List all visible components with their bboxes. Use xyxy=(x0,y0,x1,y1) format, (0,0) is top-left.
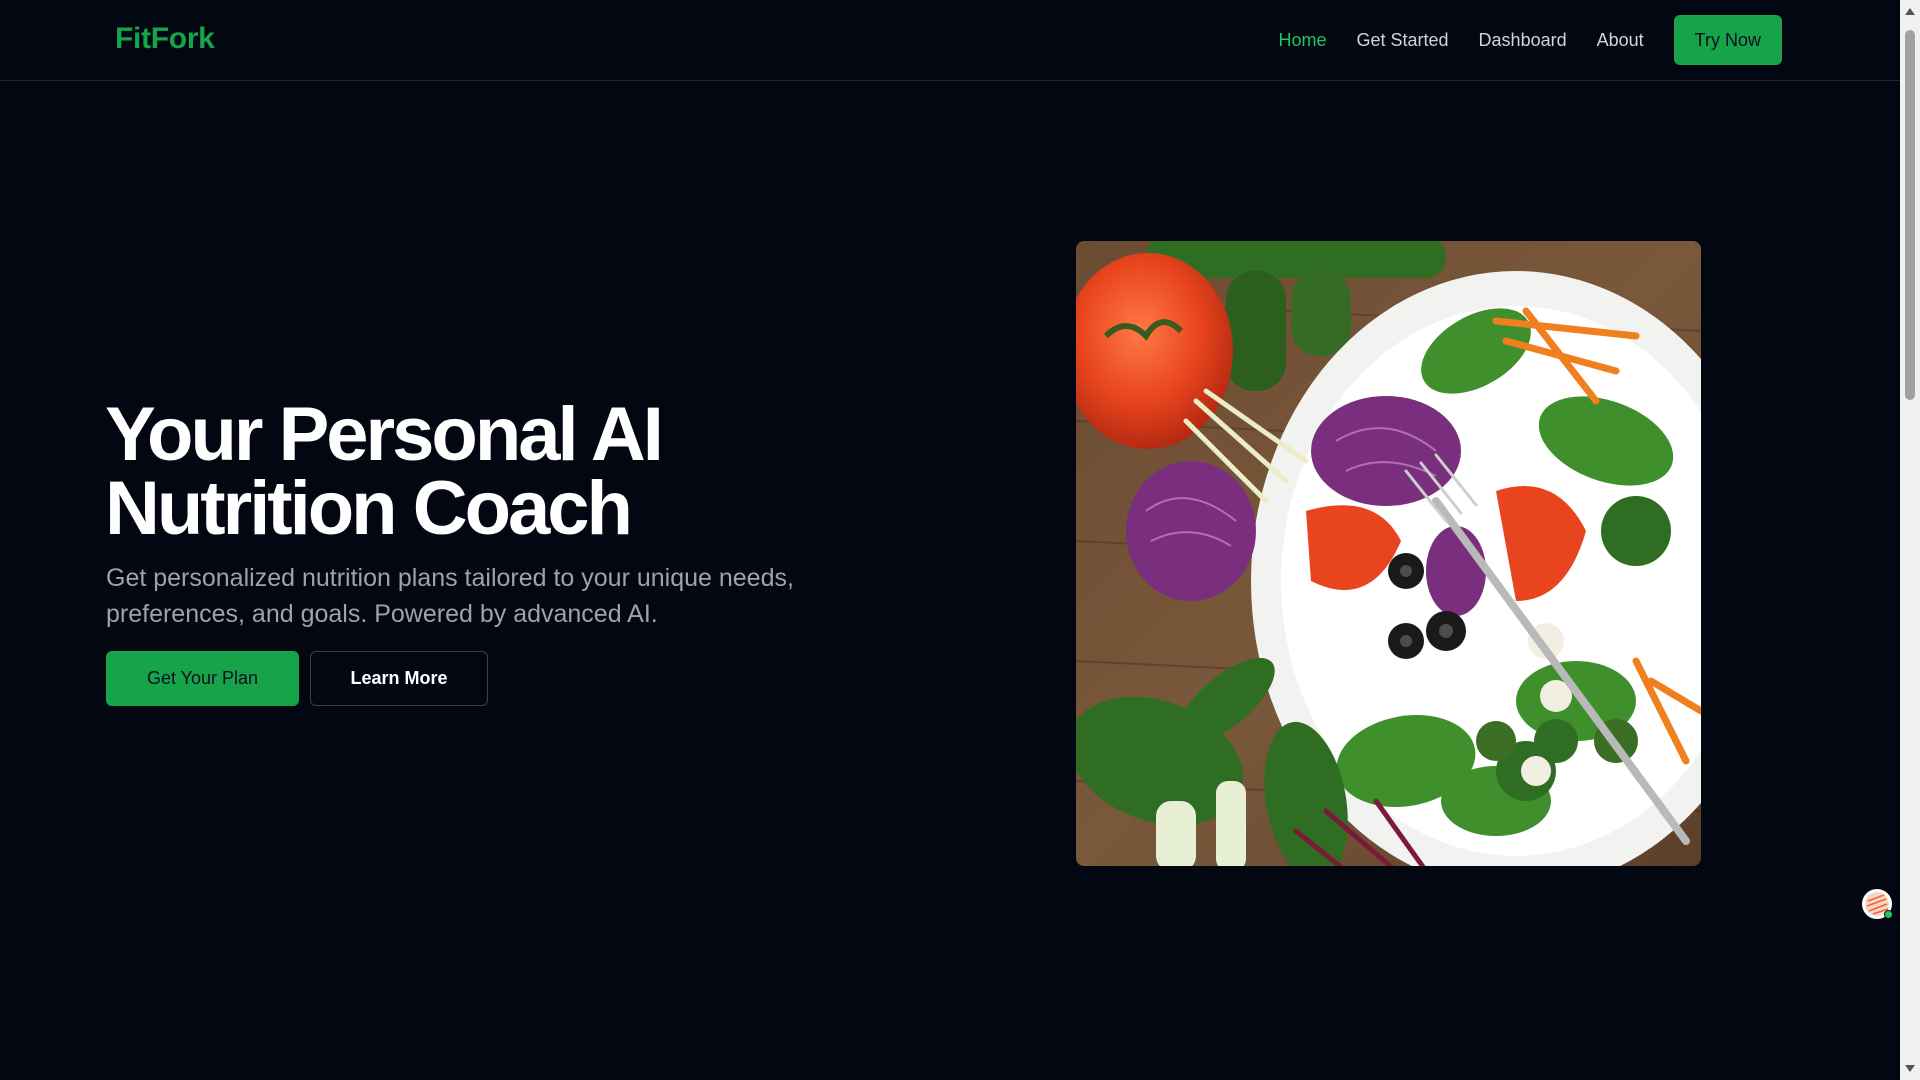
top-nav: FitFork Home Get Started Dashboard About… xyxy=(0,0,1900,81)
hero-title-line-2: Nutrition Coach xyxy=(105,466,633,551)
nav-link-get-started[interactable]: Get Started xyxy=(1356,30,1448,51)
page: FitFork Home Get Started Dashboard About… xyxy=(0,0,1920,1080)
nav-link-dashboard[interactable]: Dashboard xyxy=(1479,30,1567,51)
brand-logo[interactable]: FitFork xyxy=(115,22,215,56)
try-now-button[interactable]: Try Now xyxy=(1673,15,1782,65)
scroll-down-icon[interactable] xyxy=(1905,1065,1915,1072)
hero-buttons: Get Your Plan Learn More xyxy=(106,651,488,706)
learn-more-button[interactable]: Learn More xyxy=(310,651,488,706)
scroll-up-icon[interactable] xyxy=(1905,8,1915,15)
hero-subtitle: Get personalized nutrition plans tailore… xyxy=(106,564,794,628)
chat-widget[interactable] xyxy=(1855,882,1899,926)
scroll-thumb[interactable] xyxy=(1905,30,1915,400)
scrollbar[interactable] xyxy=(1900,0,1920,1080)
hero-salad-image xyxy=(1076,241,1701,866)
nav-link-about[interactable]: About xyxy=(1597,30,1644,51)
get-your-plan-button[interactable]: Get Your Plan xyxy=(106,651,299,706)
nav-links: Home Get Started Dashboard About Try Now xyxy=(1278,15,1782,65)
hero-title-line-1: Your Personal AI xyxy=(105,392,664,477)
online-status-dot xyxy=(1884,910,1893,919)
hero-title: Your Personal AI Nutrition Coach xyxy=(105,397,825,547)
nav-link-home[interactable]: Home xyxy=(1278,30,1326,51)
